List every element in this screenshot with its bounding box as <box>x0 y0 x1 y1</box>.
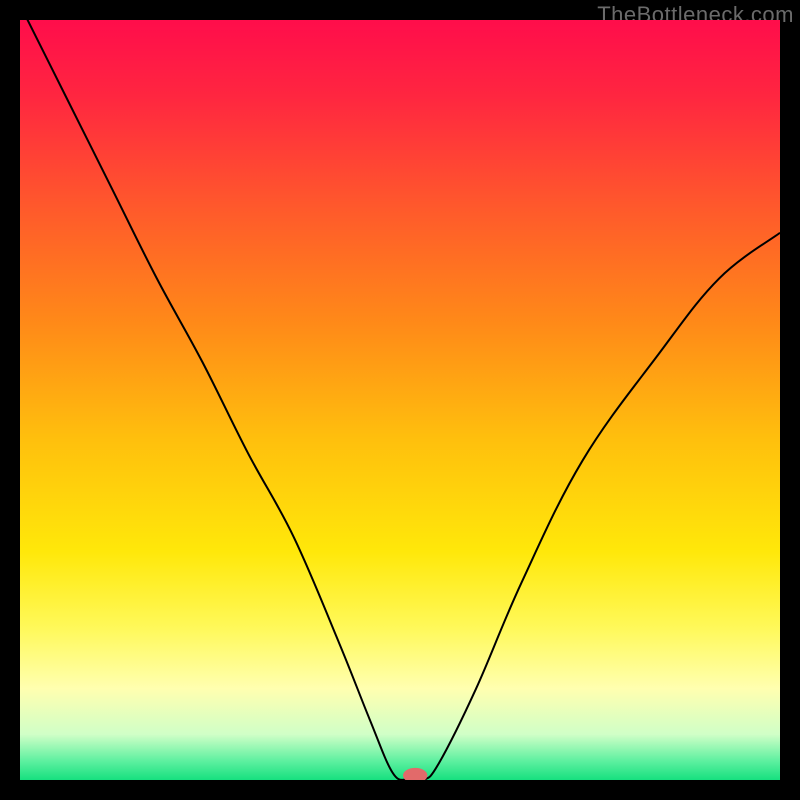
chart-frame: TheBottleneck.com <box>0 0 800 800</box>
chart-background <box>20 20 780 780</box>
bottleneck-chart <box>20 20 780 780</box>
